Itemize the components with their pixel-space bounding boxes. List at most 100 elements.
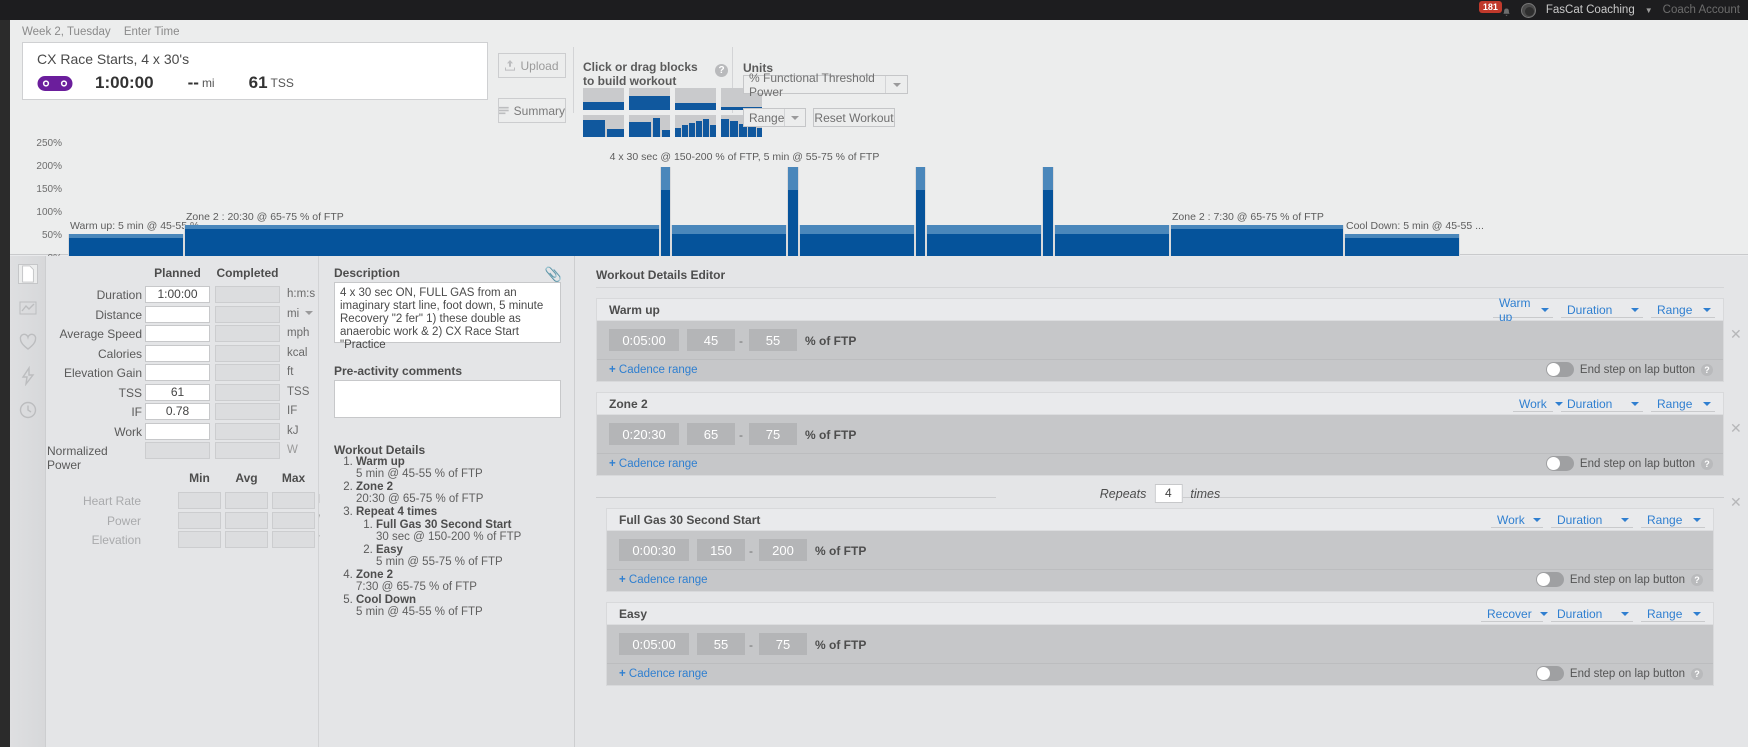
block-steady-2[interactable] (629, 88, 670, 110)
end-step-toggle[interactable] (1545, 362, 1574, 377)
chart-segment[interactable] (914, 167, 927, 259)
step-high-input[interactable]: 75 (749, 423, 797, 445)
chart-segment[interactable] (659, 167, 672, 259)
minmax-input[interactable] (178, 531, 221, 548)
chart-segment[interactable] (787, 167, 799, 259)
step-type-select[interactable]: Work (1491, 512, 1543, 528)
cadence-range-link[interactable]: + Cadence range (619, 668, 708, 680)
step-time-input[interactable]: 0:00:30 (619, 539, 689, 561)
planned-input[interactable] (145, 364, 210, 381)
minmax-input[interactable] (225, 531, 268, 548)
completed-input[interactable] (215, 442, 280, 459)
planned-input[interactable] (145, 442, 210, 459)
reset-workout-button[interactable]: Reset Workout (813, 108, 895, 127)
step-type-select[interactable]: Warm up (1493, 296, 1553, 324)
chart-segment[interactable] (671, 224, 788, 259)
range-select[interactable]: Range (743, 108, 806, 127)
attachment-icon[interactable]: 📎 (545, 266, 562, 283)
help-icon[interactable]: ? (715, 64, 728, 77)
units-select[interactable]: % Functional Threshold Power (743, 71, 908, 99)
step-low-input[interactable]: 45 (687, 329, 735, 351)
minmax-input[interactable] (178, 492, 221, 509)
cadence-range-link[interactable]: + Cadence range (619, 574, 708, 586)
end-step-toggle[interactable] (1535, 666, 1564, 681)
help-icon[interactable]: ? (1701, 363, 1713, 376)
minmax-input[interactable] (178, 511, 221, 529)
pre-activity-textarea[interactable] (334, 380, 561, 418)
workout-title-card[interactable]: CX Race Starts, 4 x 30's 1:00:00 -- mi 6… (22, 42, 488, 100)
chevron-down-icon[interactable]: ▼ (1645, 6, 1653, 15)
step-low-input[interactable]: 65 (687, 423, 735, 445)
chart-segment[interactable] (184, 224, 660, 259)
block-steady-1[interactable] (583, 88, 624, 110)
step-range-select[interactable]: Range (1651, 396, 1715, 412)
rail-icon-3[interactable] (0, 218, 10, 242)
heart-icon[interactable] (18, 332, 38, 352)
planned-input[interactable] (145, 325, 210, 342)
summary-button[interactable]: Summary (498, 98, 566, 123)
step-high-input[interactable]: 55 (749, 329, 797, 351)
step-type-select[interactable]: Recover (1481, 606, 1548, 622)
planned-input[interactable] (145, 305, 210, 323)
notifications-button[interactable]: 181 (1478, 1, 1511, 16)
cadence-range-link[interactable]: + Cadence range (609, 364, 698, 376)
enter-time-link[interactable]: Enter Time (124, 26, 180, 38)
chart-segment[interactable] (798, 224, 915, 259)
step-time-input[interactable]: 0:05:00 (609, 329, 679, 351)
planned-input[interactable] (145, 422, 210, 440)
power-bolt-icon[interactable] (18, 365, 38, 387)
cadence-range-link[interactable]: + Cadence range (609, 458, 698, 470)
block-steady-3[interactable] (675, 88, 716, 110)
step-duration-select[interactable]: Duration (1561, 302, 1643, 318)
step-duration-select[interactable]: Duration (1551, 606, 1633, 622)
completed-input[interactable] (215, 383, 280, 401)
chart-icon[interactable] (18, 298, 38, 318)
chart-plot-area[interactable]: Warm up: 5 min @ 45-55 % ... Zone 2 : 20:… (68, 133, 1484, 259)
remove-step-button[interactable]: ✕ (1730, 326, 1742, 343)
step-duration-select[interactable]: Duration (1551, 512, 1633, 528)
chart-segment[interactable] (926, 224, 1043, 259)
avatar[interactable] (1520, 2, 1536, 18)
document-icon[interactable] (18, 264, 38, 284)
rail-icon-1[interactable] (0, 170, 10, 194)
step-high-input[interactable]: 200 (759, 539, 807, 561)
planned-input[interactable] (145, 344, 210, 362)
clock-icon[interactable] (18, 400, 38, 420)
completed-input[interactable] (215, 305, 280, 323)
step-high-input[interactable]: 75 (759, 633, 807, 655)
completed-input[interactable] (215, 286, 280, 303)
minmax-input[interactable] (272, 492, 315, 509)
step-range-select[interactable]: Range (1641, 606, 1705, 622)
chevron-down-icon[interactable] (305, 310, 314, 315)
chart-segment[interactable] (1054, 224, 1170, 259)
completed-input[interactable] (215, 422, 280, 440)
step-duration-select[interactable]: Duration (1561, 396, 1643, 412)
step-time-input[interactable]: 0:05:00 (619, 633, 689, 655)
completed-input[interactable] (215, 325, 280, 342)
help-icon[interactable]: ? (1691, 573, 1703, 586)
end-step-toggle[interactable] (1545, 456, 1574, 471)
repeats-input[interactable]: 4 (1154, 484, 1183, 503)
upload-button[interactable]: Upload (498, 53, 566, 78)
help-icon[interactable]: ? (1691, 667, 1703, 680)
step-low-input[interactable]: 150 (697, 539, 745, 561)
step-low-input[interactable]: 55 (697, 633, 745, 655)
planned-input[interactable]: 0.78 (145, 403, 210, 420)
rail-icon-2[interactable] (0, 194, 10, 218)
step-range-select[interactable]: Range (1651, 302, 1715, 318)
minmax-input[interactable] (225, 511, 268, 529)
chart-segment[interactable] (1170, 224, 1344, 259)
step-range-select[interactable]: Range (1641, 512, 1705, 528)
account-type-label[interactable]: Coach Account (1663, 4, 1740, 16)
minmax-input[interactable] (272, 531, 315, 548)
account-name[interactable]: FasCat Coaching (1546, 4, 1635, 16)
minmax-input[interactable] (225, 492, 268, 509)
planned-input[interactable]: 1:00:00 (145, 286, 210, 303)
chart-segment[interactable] (1042, 167, 1054, 259)
step-time-input[interactable]: 0:20:30 (609, 423, 679, 445)
minmax-input[interactable] (272, 511, 315, 529)
remove-step-button[interactable]: ✕ (1730, 420, 1742, 437)
completed-input[interactable] (215, 344, 280, 362)
end-step-toggle[interactable] (1535, 572, 1564, 587)
help-icon[interactable]: ? (1701, 457, 1713, 470)
